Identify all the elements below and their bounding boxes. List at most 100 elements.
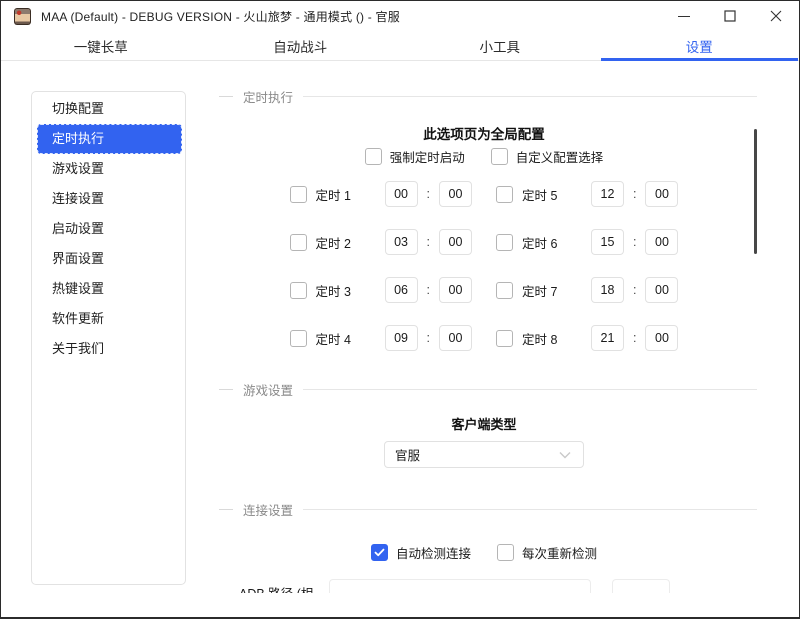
colon-separator: :	[426, 331, 430, 345]
adb-path-label: ADB 路径 (相	[239, 583, 313, 593]
timer-1-checkbox[interactable]	[289, 185, 307, 203]
timer-3-minute-input[interactable]: 00	[439, 277, 472, 303]
titlebar: MAA (Default) - DEBUG VERSION - 火山旅梦 - 通…	[1, 1, 799, 31]
sidebar-item-game-settings[interactable]: 游戏设置	[37, 154, 182, 184]
option-label: 每次重新检测	[522, 546, 598, 561]
tab-auto-battle[interactable]: 自动战斗	[201, 31, 401, 60]
section-header-game: 游戏设置	[211, 380, 757, 398]
timer-2-minute-input[interactable]: 00	[439, 229, 472, 255]
redetect-every-time-option[interactable]: 每次重新检测	[497, 543, 597, 562]
timer-7-label: 定时 7	[522, 284, 558, 299]
timer-6-hour-input[interactable]: 15	[591, 229, 624, 255]
timer-8-label: 定时 8	[522, 332, 558, 347]
custom-config-select-checkbox[interactable]	[490, 147, 508, 165]
section-header-timer: 定时执行	[211, 87, 757, 105]
client-type-dropdown[interactable]: 官服	[384, 441, 584, 468]
timer-5: 定时 5 12 : 00	[496, 181, 679, 207]
divider	[219, 388, 233, 390]
timer-2-hour-input[interactable]: 03	[384, 229, 418, 255]
adb-path-row: ADB 路径 (相	[211, 579, 757, 593]
chevron-down-icon	[559, 451, 571, 458]
sidebar-item-about[interactable]: 关于我们	[37, 334, 182, 364]
timer-1-minute-input[interactable]: 00	[439, 181, 472, 207]
timer-3-hour-input[interactable]: 06	[384, 277, 418, 303]
sidebar-item-startup[interactable]: 启动设置	[37, 214, 182, 244]
sidebar-item-update[interactable]: 软件更新	[37, 304, 182, 334]
minimize-icon	[678, 16, 690, 17]
divider	[303, 388, 757, 390]
section-title: 连接设置	[243, 503, 294, 518]
timer-2: 定时 2 03 : 00	[289, 229, 472, 255]
timer-grid: 定时 1 00 : 00 定时 5 12 : 00 定时 2 03: 00 定…	[211, 181, 757, 351]
close-icon	[770, 10, 782, 22]
client-type-value: 官服	[395, 449, 421, 463]
timer-3: 定时 3 06 : 00	[289, 277, 472, 303]
timer-1-hour-input[interactable]: 00	[384, 181, 418, 207]
section-title: 游戏设置	[243, 383, 294, 398]
sidebar-item-timer[interactable]: 定时执行	[37, 124, 182, 154]
colon-separator: :	[426, 235, 430, 249]
timer-4-minute-input[interactable]: 00	[439, 325, 472, 351]
timer-6-checkbox[interactable]	[496, 233, 513, 251]
timer-1: 定时 1 00 : 00	[289, 181, 472, 207]
settings-sidebar: 切换配置 定时执行 游戏设置 连接设置 启动设置 界面设置 热键设置 软件更新 …	[31, 91, 186, 585]
colon-separator: :	[426, 187, 430, 201]
auto-detect-connection-option[interactable]: 自动检测连接	[370, 543, 471, 562]
check-icon	[374, 548, 385, 556]
timer-5-label: 定时 5	[522, 188, 558, 203]
maximize-icon	[724, 10, 736, 22]
sidebar-item-hotkeys[interactable]: 热键设置	[37, 274, 182, 304]
timer-3-label: 定时 3	[315, 284, 351, 299]
timer-2-checkbox[interactable]	[289, 233, 307, 251]
timer-4-label: 定时 4	[315, 332, 351, 347]
redetect-every-time-checkbox[interactable]	[497, 543, 514, 561]
app-window: MAA (Default) - DEBUG VERSION - 火山旅梦 - 通…	[0, 0, 800, 619]
tab-settings[interactable]: 设置	[600, 31, 800, 61]
timer-5-minute-input[interactable]: 00	[645, 181, 679, 207]
force-scheduled-start-option[interactable]: 强制定时启动	[364, 147, 465, 166]
divider	[303, 95, 757, 97]
auto-detect-connection-checkbox[interactable]	[370, 543, 388, 561]
minimize-button[interactable]	[661, 1, 707, 31]
timer-8-minute-input[interactable]: 00	[645, 325, 679, 351]
timer-1-label: 定时 1	[315, 188, 351, 203]
sidebar-item-connection[interactable]: 连接设置	[37, 184, 182, 214]
close-button[interactable]	[753, 1, 799, 31]
sidebar-item-interface[interactable]: 界面设置	[37, 244, 182, 274]
settings-panel: 定时执行 此选项页为全局配置 强制定时启动 自定义配置选择 定时 1 00 :	[211, 61, 757, 593]
timer-4-checkbox[interactable]	[289, 329, 307, 347]
timer-5-checkbox[interactable]	[496, 185, 513, 203]
timer-2-label: 定时 2	[315, 236, 351, 251]
tab-tools[interactable]: 小工具	[400, 31, 600, 60]
scrollbar-thumb[interactable]	[754, 129, 757, 254]
main-tabbar: 一键长草 自动战斗 小工具 设置	[1, 31, 799, 61]
timer-8-checkbox[interactable]	[496, 329, 513, 347]
sidebar-item-switch-config[interactable]: 切换配置	[37, 94, 182, 124]
timer-3-checkbox[interactable]	[289, 281, 307, 299]
colon-separator: :	[426, 283, 430, 297]
colon-separator: :	[633, 187, 637, 201]
timer-8: 定时 8 21 : 00	[496, 325, 679, 351]
timer-7: 定时 7 18 : 00	[496, 277, 679, 303]
timer-7-checkbox[interactable]	[496, 281, 513, 299]
colon-separator: :	[633, 331, 637, 345]
divider	[303, 508, 757, 510]
timer-5-hour-input[interactable]: 12	[591, 181, 624, 207]
divider	[219, 95, 233, 97]
adb-path-input[interactable]	[329, 579, 592, 593]
global-config-note: 此选项页为全局配置	[423, 127, 545, 142]
timer-8-hour-input[interactable]: 21	[591, 325, 624, 351]
force-scheduled-start-checkbox[interactable]	[364, 147, 382, 165]
timer-6-label: 定时 6	[522, 236, 558, 251]
timer-6: 定时 6 15 : 00	[496, 229, 679, 255]
timer-4-hour-input[interactable]: 09	[384, 325, 418, 351]
timer-7-minute-input[interactable]: 00	[645, 277, 679, 303]
timer-6-minute-input[interactable]: 00	[645, 229, 679, 255]
custom-config-select-option[interactable]: 自定义配置选择	[490, 147, 603, 166]
option-label: 自动检测连接	[395, 546, 471, 561]
tab-farming[interactable]: 一键长草	[1, 31, 201, 60]
colon-separator: :	[633, 235, 637, 249]
maximize-button[interactable]	[707, 1, 753, 31]
timer-7-hour-input[interactable]: 18	[591, 277, 624, 303]
adb-path-browse-button[interactable]	[612, 579, 671, 593]
